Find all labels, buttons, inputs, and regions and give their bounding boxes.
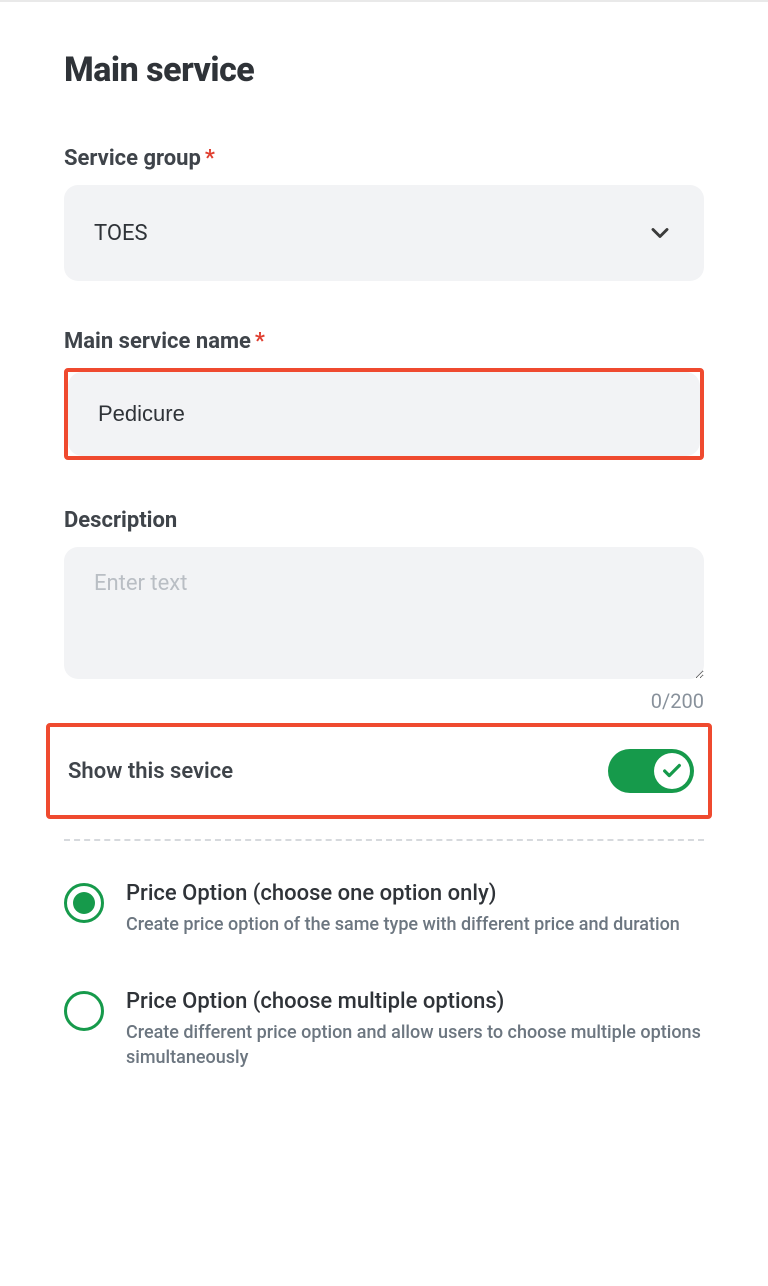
- show-service-label: Show this sevice: [68, 759, 233, 784]
- section-separator: [64, 839, 704, 841]
- service-name-label: Main service name*: [64, 329, 704, 354]
- service-name-field: Main service name*: [64, 329, 704, 460]
- description-field: Description 0/200: [64, 508, 704, 713]
- price-option-desc: Create different price option and allow …: [126, 1020, 704, 1070]
- toggle-knob: [654, 753, 690, 789]
- description-label: Description: [64, 508, 704, 533]
- price-option-desc: Create price option of the same type wit…: [126, 912, 704, 937]
- description-textarea[interactable]: [64, 547, 704, 679]
- show-service-toggle[interactable]: [608, 749, 694, 793]
- check-icon: [661, 760, 683, 782]
- service-group-field: Service group* TOES: [64, 146, 704, 281]
- show-service-highlight: Show this sevice: [46, 723, 712, 819]
- description-counter: 0/200: [64, 689, 704, 713]
- price-option-single[interactable]: Price Option (choose one option only) Cr…: [64, 881, 704, 937]
- page-title: Main service: [64, 50, 704, 90]
- service-name-highlight: [64, 368, 704, 460]
- service-name-input[interactable]: [68, 372, 700, 456]
- price-option-title: Price Option (choose one option only): [126, 881, 704, 906]
- radio-icon: [64, 883, 104, 923]
- service-group-label: Service group*: [64, 146, 704, 171]
- service-group-select[interactable]: TOES: [64, 185, 704, 281]
- radio-selected-dot: [73, 892, 95, 914]
- price-option-title: Price Option (choose multiple options): [126, 989, 704, 1014]
- required-asterisk: *: [205, 146, 215, 171]
- required-asterisk: *: [255, 329, 265, 354]
- radio-icon: [64, 991, 104, 1031]
- price-option-multiple[interactable]: Price Option (choose multiple options) C…: [64, 989, 704, 1070]
- chevron-down-icon: [646, 219, 674, 247]
- service-group-value: TOES: [94, 221, 148, 246]
